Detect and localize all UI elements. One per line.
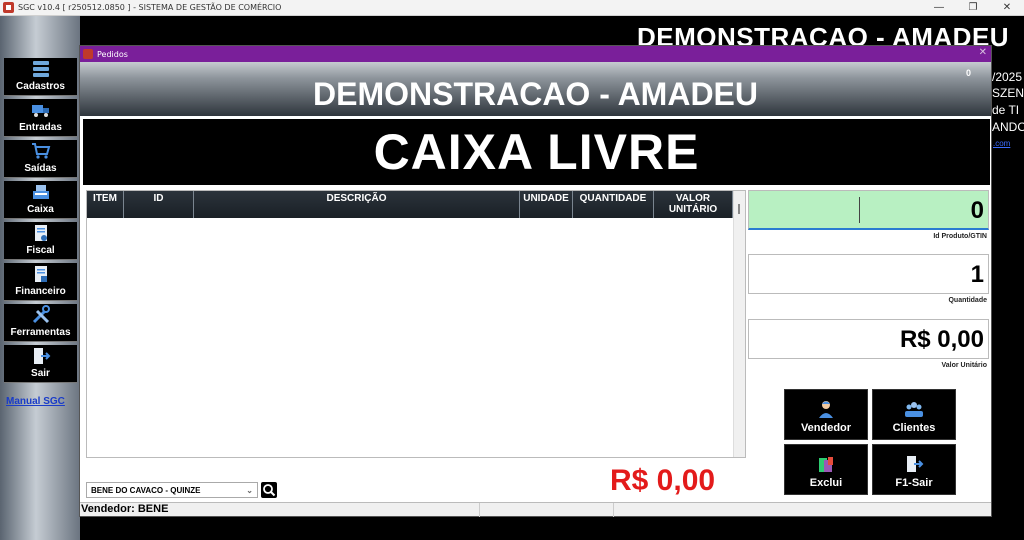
background-text-fragment: SZEN — [992, 86, 1024, 100]
column-header-unit-price[interactable]: VALOR UNITÁRIO — [654, 191, 733, 218]
sidebar-item-label: Saídas — [24, 163, 57, 174]
quantity-field[interactable]: 1 — [748, 254, 989, 294]
sidebar-item-label: Entradas — [19, 122, 62, 133]
delete-item-icon — [819, 457, 833, 472]
vendedor-button[interactable]: Vendedor — [784, 389, 868, 440]
vendedor-button-label: Vendedor — [800, 422, 852, 434]
database-icon — [32, 61, 49, 77]
search-icon — [263, 484, 276, 497]
exclui-button-label: Exclui — [809, 477, 843, 489]
background-link[interactable]: .com — [993, 139, 1010, 148]
sidebar-item-caixa[interactable]: Caixa — [4, 181, 77, 219]
cart-icon — [31, 143, 50, 159]
table-scrollbar[interactable] — [733, 191, 745, 457]
background-text-fragment: ANDO — [992, 120, 1024, 134]
manual-sgc-link[interactable]: Manual SGC — [6, 396, 65, 407]
tools-icon — [32, 305, 50, 324]
sidebar-item-ferramentas[interactable]: Ferramentas — [4, 304, 77, 342]
clients-icon — [905, 402, 923, 417]
items-table-header: ITEM ID DESCRIÇÃO UNIDADE QUANTIDADE VAL… — [87, 191, 745, 218]
modal-titlebar: Pedidos ✕ — [80, 46, 991, 62]
sidebar-item-label: Caixa — [27, 204, 54, 215]
quantity-label: Quantidade — [948, 297, 987, 304]
background-text-fragment: /2025 — [992, 70, 1023, 84]
status-cell-empty — [614, 503, 991, 517]
sidebar-item-saidas[interactable]: Saídas — [4, 140, 77, 178]
chevron-down-icon: ⌄ — [246, 485, 253, 495]
f1-sair-button[interactable]: F1-Sair — [872, 444, 956, 495]
sidebar-item-entradas[interactable]: Entradas — [4, 99, 77, 137]
window-controls: — ❐ ✕ — [922, 0, 1024, 16]
product-id-label: Id Produto/GTIN — [933, 233, 987, 240]
app-logo-icon — [3, 2, 14, 13]
status-vendor: Vendedor: BENE — [80, 503, 480, 517]
sidebar-item-label: Ferramentas — [10, 327, 71, 338]
f1-sair-button-label: F1-Sair — [895, 477, 933, 489]
app-titlebar: SGC v10.4 [ r250512.0850 ] - SISTEMA DE … — [0, 0, 1024, 16]
sidebar-item-cadastros[interactable]: Cadastros — [4, 58, 77, 96]
register-status-box: CAIXA LIVRE — [82, 118, 991, 186]
pedidos-window: Pedidos ✕ DEMONSTRACAO - AMADEU 0 CAIXA … — [79, 45, 992, 517]
exit-door-icon — [33, 348, 50, 364]
company-banner: DEMONSTRACAO - AMADEU 0 — [80, 62, 991, 116]
sidebar-item-fiscal[interactable]: Fiscal — [4, 222, 77, 260]
sidebar-item-label: Financeiro — [15, 286, 66, 297]
exit-door-icon — [907, 456, 924, 472]
status-bar: Vendedor: BENE — [80, 502, 991, 517]
modal-title: Pedidos — [97, 49, 128, 59]
truck-icon — [31, 105, 49, 117]
sidebar-item-label: Cadastros — [16, 81, 65, 92]
banner-company-title: DEMONSTRACAO - AMADEU — [312, 76, 758, 112]
field-divider — [859, 197, 860, 223]
fiscal-document-icon — [34, 225, 47, 241]
salesperson-icon — [819, 401, 833, 418]
modal-logo-icon — [83, 49, 93, 59]
column-header-description[interactable]: DESCRIÇÃO — [194, 191, 520, 218]
sidebar-item-label: Fiscal — [26, 245, 55, 256]
banner-counter: 0 — [965, 68, 971, 78]
modal-close-button[interactable]: ✕ — [979, 47, 987, 58]
product-id-field[interactable]: 0 — [748, 190, 989, 230]
clientes-button[interactable]: Clientes — [872, 389, 956, 440]
exclui-button[interactable]: Exclui — [784, 444, 868, 495]
background-text-fragment: de TI — [992, 103, 1020, 117]
sidebar-item-financeiro[interactable]: Financeiro — [4, 263, 77, 301]
column-header-id[interactable]: ID — [124, 191, 194, 218]
scrollbar-thumb[interactable] — [738, 204, 740, 214]
quantity-value: 1 — [970, 261, 984, 288]
vendor-select-value: BENE DO CAVACO - QUINZE — [91, 485, 201, 495]
minimize-button[interactable]: — — [922, 0, 956, 16]
search-button[interactable] — [261, 482, 277, 498]
vendor-select[interactable]: BENE DO CAVACO - QUINZE ⌄ — [86, 482, 258, 498]
product-id-value: 0 — [970, 197, 984, 224]
column-header-unit[interactable]: UNIDADE — [520, 191, 573, 218]
clientes-button-label: Clientes — [892, 422, 936, 434]
register-status-text: CAIXA LIVRE — [373, 124, 700, 180]
order-total: R$ 0,00 — [610, 464, 716, 497]
sidebar-item-label: Sair — [31, 368, 50, 379]
items-table: ITEM ID DESCRIÇÃO UNIDADE QUANTIDADE VAL… — [86, 190, 746, 458]
finance-document-icon — [34, 266, 47, 282]
sidebar-item-sair[interactable]: Sair — [4, 345, 77, 383]
status-cell-empty — [480, 503, 614, 517]
unit-price-field[interactable]: R$ 0,00 — [748, 319, 989, 359]
column-header-quantity[interactable]: QUANTIDADE — [573, 191, 654, 218]
app-title: SGC v10.4 [ r250512.0850 ] - SISTEMA DE … — [18, 3, 282, 12]
unit-price-value: R$ 0,00 — [899, 326, 984, 353]
cash-register-icon — [32, 185, 49, 199]
close-button[interactable]: ✕ — [990, 0, 1024, 16]
sidebar: Cadastros Entradas Saídas Caixa Fiscal F… — [0, 16, 80, 540]
unit-price-label: Valor Unitário — [941, 362, 987, 369]
restore-button[interactable]: ❐ — [956, 0, 990, 16]
column-header-item[interactable]: ITEM — [87, 191, 124, 218]
